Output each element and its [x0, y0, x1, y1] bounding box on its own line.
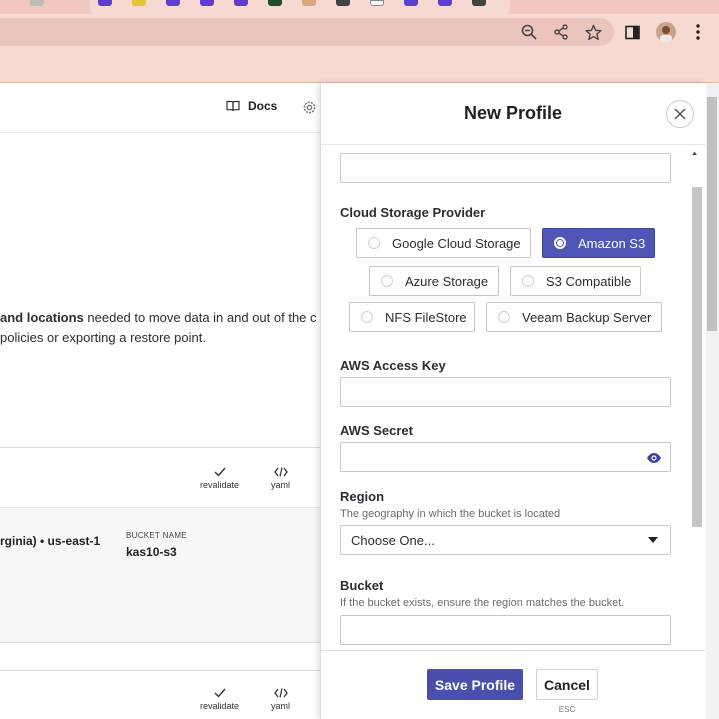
intro-bold: and locations — [0, 310, 84, 325]
tab-favicon[interactable] — [302, 0, 316, 6]
provider-option-gcs[interactable]: Google Cloud Storage — [356, 228, 531, 258]
tab-favicon[interactable] — [404, 0, 418, 6]
profile-card-2: revalidate yaml — [0, 670, 320, 719]
code-icon — [273, 688, 288, 698]
cancel-shortcut-hint: ESC — [558, 705, 576, 714]
yaml-action[interactable]: yaml — [271, 688, 290, 711]
bucket-name-value: kas10-s3 — [126, 545, 177, 559]
side-panel-icon[interactable] — [620, 20, 644, 44]
revalidate-label: revalidate — [200, 480, 240, 490]
secret-label: AWS Secret — [340, 423, 413, 438]
profile-card: revalidate yaml rginia) • us-east-1 BUCK… — [0, 447, 320, 643]
provider-label: Azure Storage — [405, 273, 489, 289]
gear-icon[interactable] — [302, 100, 317, 120]
provider-option-azure[interactable]: Azure Storage — [369, 266, 499, 296]
eye-icon[interactable] — [646, 451, 662, 469]
bucket-name-caption: BUCKET NAME — [126, 531, 187, 540]
share-icon[interactable] — [549, 20, 573, 44]
profile-form: Cloud Storage Provider Google Cloud Stor… — [321, 145, 705, 650]
browser-tabstrip — [0, 0, 719, 14]
chevron-down-icon — [648, 537, 658, 543]
tab-favicon[interactable] — [98, 0, 112, 6]
access-key-input[interactable] — [340, 377, 671, 407]
yaml-label: yaml — [271, 701, 291, 711]
form-scrollbar-thumb[interactable] — [692, 187, 702, 527]
profile-card-header: revalidate yaml — [0, 448, 320, 508]
tab-favicon[interactable] — [132, 0, 146, 6]
provider-label: Google Cloud Storage — [392, 235, 521, 251]
check-icon — [214, 688, 226, 698]
docs-label: Docs — [248, 99, 278, 113]
intro-line-2: policies or exporting a restore point. — [0, 330, 206, 345]
menu-icon[interactable] — [686, 20, 710, 44]
zoom-icon[interactable] — [517, 20, 541, 44]
intro-text: and locations needed to move data in and… — [0, 308, 330, 348]
yaml-action[interactable]: yaml — [271, 467, 290, 490]
provider-option-veeam[interactable]: Veeam Backup Server — [486, 302, 662, 332]
save-profile-button[interactable]: Save Profile — [427, 669, 523, 700]
cloud-provider-label: Cloud Storage Provider — [340, 205, 486, 220]
star-icon[interactable] — [581, 20, 605, 44]
region-selected: Choose One... — [351, 532, 435, 548]
tab-favicon[interactable] — [370, 0, 384, 6]
close-button[interactable] — [666, 100, 694, 128]
radio-dot — [368, 237, 380, 249]
radio-dot — [522, 275, 534, 287]
tab-favicon[interactable] — [30, 0, 44, 6]
tab-favicon[interactable] — [166, 0, 180, 6]
region-select[interactable]: Choose One... — [340, 525, 671, 555]
access-key-label: AWS Access Key — [340, 358, 446, 373]
revalidate-label: revalidate — [200, 701, 240, 711]
radio-dot — [361, 311, 373, 323]
check-icon — [214, 467, 226, 477]
form-scrollbar[interactable] — [685, 145, 705, 650]
bucket-label: Bucket — [340, 578, 384, 593]
provider-option-s3[interactable]: Amazon S3 — [542, 228, 655, 258]
radio-dot — [498, 311, 510, 323]
tab-favicon[interactable] — [234, 0, 248, 6]
secret-input[interactable] — [340, 442, 671, 472]
radio-dot — [381, 275, 393, 287]
provider-option-nfs[interactable]: NFS FileStore — [349, 302, 475, 332]
profile-name-input[interactable] — [340, 153, 671, 183]
scroll-up-icon[interactable] — [685, 148, 705, 158]
provider-label: Veeam Backup Server — [522, 309, 652, 325]
provider-label: Amazon S3 — [578, 235, 646, 251]
bucket-input[interactable] — [340, 615, 671, 645]
radio-dot-selected — [554, 237, 566, 249]
code-icon — [273, 467, 288, 477]
cancel-button[interactable]: Cancel — [536, 669, 598, 700]
revalidate-action[interactable]: revalidate — [200, 688, 239, 711]
provider-label: NFS FileStore — [385, 309, 467, 325]
bookmarks-bar — [0, 50, 719, 83]
close-icon — [674, 108, 686, 120]
tab-favicon[interactable] — [472, 0, 486, 6]
profile-region: rginia) • us-east-1 — [0, 534, 101, 548]
page-scrollbar-thumb[interactable] — [707, 97, 717, 331]
provider-option-s3-compatible[interactable]: S3 Compatible — [510, 266, 641, 296]
yaml-label: yaml — [271, 480, 291, 490]
region-label: Region — [340, 489, 385, 504]
tab-favicon[interactable] — [200, 0, 214, 6]
panel-footer: Save Profile Cancel ESC — [321, 650, 705, 719]
page-header: Docs — [0, 83, 320, 133]
tab-favicon[interactable] — [268, 0, 282, 6]
intro-rest: needed to move data in and out of the c — [83, 310, 317, 325]
region-hint: The geography in which the bucket is loc… — [340, 508, 561, 520]
provider-label: S3 Compatible — [546, 273, 632, 289]
profile-avatar[interactable] — [654, 20, 678, 44]
tab-favicon[interactable] — [438, 0, 452, 6]
book-icon — [226, 100, 240, 112]
page-scrollbar[interactable] — [706, 83, 719, 719]
new-profile-panel: New Profile Cloud Storage Provider Googl… — [320, 83, 706, 719]
docs-link[interactable]: Docs — [226, 99, 277, 113]
panel-title: New Profile — [463, 103, 563, 123]
revalidate-action[interactable]: revalidate — [200, 467, 239, 490]
bucket-hint: If the bucket exists, ensure the region … — [340, 597, 625, 609]
tab-favicon[interactable] — [336, 0, 350, 6]
